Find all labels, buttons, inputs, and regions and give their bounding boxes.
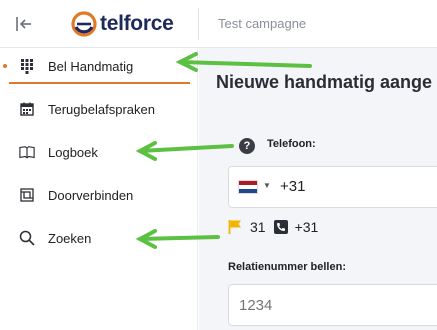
- top-bar: telforce Test campagne: [0, 0, 437, 48]
- book-icon: [19, 144, 35, 160]
- relation-number-label: Relatienummer bellen:: [228, 261, 346, 273]
- search-icon: [19, 230, 35, 246]
- logo-mark-icon: [71, 11, 97, 37]
- sidebar-item-terugbelafspraken[interactable]: Terugbelafspraken: [0, 91, 198, 127]
- sidebar-item-label: Doorverbinden: [48, 187, 134, 203]
- relation-number-input[interactable]: [228, 284, 437, 326]
- chevron-down-icon[interactable]: ▼: [263, 181, 271, 190]
- sidebar-item-label: Bel Handmatig: [48, 58, 134, 74]
- sidebar-item-label: Terugbelafspraken: [48, 101, 155, 117]
- sidebar-item-label: Zoeken: [48, 230, 92, 246]
- sidebar: Bel Handmatig Terugbelafspraken Logboek: [0, 48, 198, 330]
- sidebar-item-zoeken[interactable]: Zoeken: [0, 220, 198, 256]
- dialpad-icon: [19, 58, 35, 74]
- sidebar-item-logboek[interactable]: Logboek: [0, 134, 198, 170]
- active-indicator: [3, 64, 7, 68]
- sidebar-item-doorverbinden[interactable]: Doorverbinden: [0, 177, 198, 213]
- campaign-name: Test campagne: [218, 16, 307, 31]
- phone-input[interactable]: ▼ +31: [228, 166, 437, 208]
- main-content: Nieuwe handmatig aange ? Telefoon: ▼ +31…: [199, 48, 437, 330]
- telforce-logo: telforce: [70, 9, 174, 39]
- dial-info: 31 +31: [228, 218, 318, 236]
- logo-text: telforce: [100, 12, 174, 35]
- sidebar-item-label: Logboek: [48, 144, 98, 160]
- active-underline: [9, 82, 190, 84]
- page-title: Nieuwe handmatig aange: [216, 72, 433, 92]
- collapse-sidebar-icon[interactable]: [14, 14, 34, 34]
- phone-icon: [273, 220, 288, 234]
- nl-flag-icon[interactable]: [238, 180, 258, 194]
- transfer-icon: [19, 187, 35, 203]
- sidebar-item-bel-handmatig[interactable]: Bel Handmatig: [0, 48, 198, 84]
- phone-value[interactable]: +31: [280, 178, 305, 195]
- flag-icon: [228, 219, 242, 235]
- calendar-icon: [19, 101, 35, 117]
- dial-prefix: +31: [294, 219, 319, 235]
- help-icon[interactable]: ?: [239, 138, 255, 154]
- phone-label: Telefoon:: [267, 138, 316, 150]
- country-code: 31: [250, 219, 266, 235]
- header-divider: [198, 8, 199, 40]
